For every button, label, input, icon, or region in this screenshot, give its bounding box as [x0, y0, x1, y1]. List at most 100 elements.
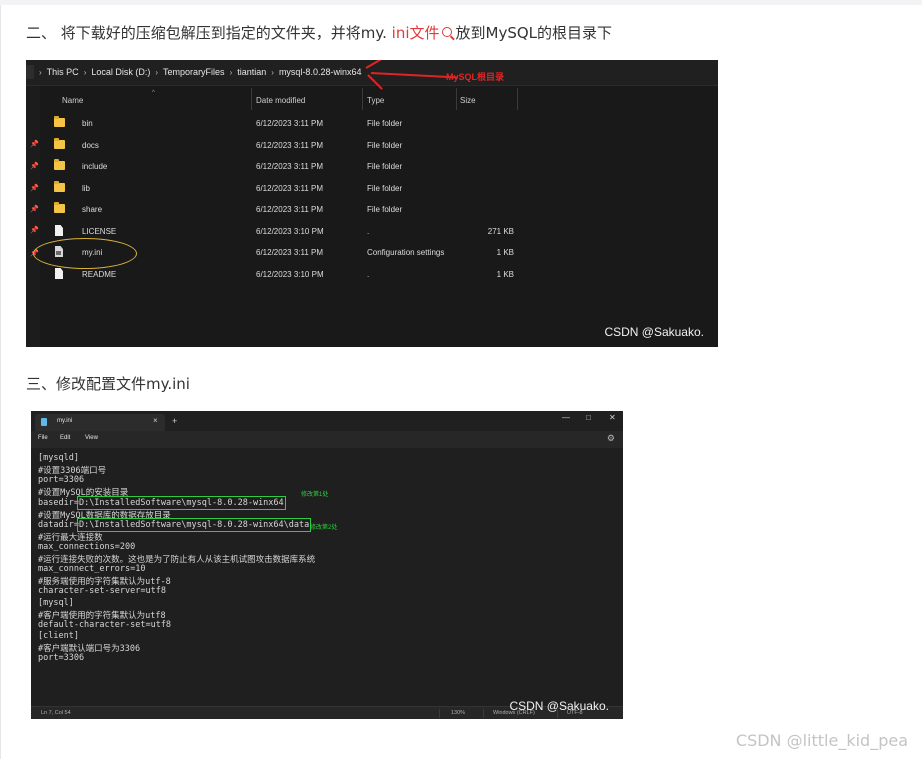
file-row-docs[interactable]: docs 6/12/2023 3:11 PM File folder [40, 135, 718, 156]
file-row-include[interactable]: include 6/12/2023 3:11 PM File folder [40, 156, 718, 177]
text-editor[interactable]: [mysqld] #设置3306端口号 port=3306 #设置MySQL的安… [31, 448, 623, 706]
navigation-pane[interactable]: 📌 📌 📌 📌 📌 📌 [26, 86, 40, 347]
pin-icon: 📌 [30, 163, 39, 170]
breadcrumb-tiantian[interactable]: tiantian [237, 67, 266, 77]
file-date: 6/12/2023 3:10 PM [256, 227, 324, 236]
status-divider [439, 709, 440, 718]
file-type: . [367, 270, 370, 279]
file-row-license[interactable]: LICENSE 6/12/2023 3:10 PM . 271 KB [40, 221, 718, 242]
file-name: LICENSE [82, 227, 117, 236]
search-icon[interactable] [441, 27, 452, 37]
file-icon [55, 225, 63, 236]
file-name: README [82, 270, 117, 279]
breadcrumb: › This PC › Local Disk (D:) › TemporaryF… [34, 67, 361, 77]
breadcrumb-temporaryfiles[interactable]: TemporaryFiles [163, 67, 225, 77]
ini-file-link[interactable]: ini文件 [392, 24, 440, 42]
file-size: 1 KB [496, 248, 514, 257]
breadcrumb-this-pc[interactable]: This PC [47, 67, 79, 77]
chevron-right-icon: › [155, 67, 159, 77]
code-line: #设置MySQL的安装目录 [38, 488, 129, 498]
cursor-position: Ln 7, Col 54 [41, 710, 71, 716]
code-line: port=3306 [38, 653, 85, 663]
code-line: [client] [38, 631, 79, 641]
title-bar: my.ini × + — □ ✕ [31, 411, 623, 431]
gear-icon[interactable]: ⚙ [607, 433, 615, 444]
file-name: bin [82, 119, 93, 128]
file-row-readme[interactable]: README 6/12/2023 3:10 PM . 1 KB [40, 264, 718, 285]
page-watermark: CSDN @little_kid_pea [735, 731, 908, 750]
pin-icon: 📌 [30, 185, 39, 192]
column-header-date[interactable]: Date modified [256, 96, 305, 105]
explorer-screenshot: › This PC › Local Disk (D:) › TemporaryF… [26, 60, 718, 347]
breadcrumb-local-disk[interactable]: Local Disk (D:) [91, 67, 150, 77]
code-line-basedir: basedir=D:\InstalledSoftware\mysql-8.0.2… [38, 496, 286, 510]
notepad-screenshot: my.ini × + — □ ✕ File Edit View ⚙ [mysql… [31, 411, 623, 719]
file-row-bin[interactable]: bin 6/12/2023 3:11 PM File folder [40, 113, 718, 134]
edit-note-1: 修改第1处 [301, 492, 329, 498]
column-divider[interactable] [517, 88, 518, 110]
datadir-value: D:\InstalledSoftware\mysql-8.0.28-winx64… [76, 518, 312, 532]
zoom-level[interactable]: 130% [451, 710, 465, 716]
column-divider[interactable] [362, 88, 363, 110]
folder-icon [54, 116, 65, 127]
file-name: lib [82, 184, 91, 193]
step2-heading: 二、 将下载好的压缩包解压到指定的文件夹，并将my. ini文件 放到MySQL的… [26, 22, 612, 43]
add-tab-button[interactable]: + [172, 416, 177, 426]
basedir-key: basedir= [38, 498, 79, 508]
column-divider[interactable] [251, 88, 252, 110]
step2-text: 二、 将下载好的压缩包解压到指定的文件夹，并将my. [26, 24, 392, 42]
file-date: 6/12/2023 3:11 PM [256, 162, 324, 171]
column-header-size[interactable]: Size [460, 96, 476, 105]
highlight-ellipse [33, 238, 137, 269]
menu-edit[interactable]: Edit [60, 435, 70, 441]
chevron-right-icon: › [39, 67, 42, 77]
chevron-right-icon: › [83, 67, 87, 77]
annotation-arrow-head [367, 74, 383, 90]
step3-heading: 三、修改配置文件my.ini [26, 375, 190, 393]
edit-note-2: 修改第2处 [310, 525, 338, 531]
left-divider [0, 5, 1, 759]
image-watermark: CSDN @Sakuako. [604, 325, 704, 339]
column-divider[interactable] [456, 88, 457, 110]
column-header-type[interactable]: Type [367, 96, 384, 105]
file-date: 6/12/2023 3:11 PM [256, 141, 324, 150]
pin-icon: 📌 [30, 227, 39, 234]
file-type: File folder [367, 162, 403, 171]
file-row-my-ini[interactable]: my.ini 6/12/2023 3:11 PM Configuration s… [40, 242, 718, 263]
file-date: 6/12/2023 3:11 PM [256, 119, 324, 128]
tab-my-ini[interactable]: my.ini × [35, 414, 165, 431]
menu-file[interactable]: File [38, 435, 48, 441]
file-name: include [82, 162, 108, 171]
file-row-lib[interactable]: lib 6/12/2023 3:11 PM File folder [40, 178, 718, 199]
code-line: max_connect_errors=10 [38, 564, 146, 574]
image-watermark: CSDN @Sakuako. [509, 699, 609, 713]
folder-icon [54, 181, 65, 192]
breadcrumb-mysql-folder[interactable]: mysql-8.0.28-winx64 [279, 67, 362, 77]
address-bar-edge [26, 65, 34, 79]
file-type: File folder [367, 184, 403, 193]
file-row-share[interactable]: share 6/12/2023 3:11 PM File folder [40, 199, 718, 220]
pin-icon: 📌 [30, 206, 39, 213]
folder-icon [54, 159, 65, 170]
menu-view[interactable]: View [85, 435, 98, 441]
close-window-button[interactable]: ✕ [609, 413, 616, 422]
folder-icon [54, 202, 65, 213]
address-bar[interactable]: › This PC › Local Disk (D:) › TemporaryF… [26, 60, 718, 90]
code-line: port=3306 [38, 475, 85, 485]
close-icon[interactable]: × [153, 416, 158, 425]
mysql-root-annotation: MySQL根目录 [446, 72, 505, 82]
minimize-button[interactable]: — [562, 413, 570, 422]
code-line: [mysqld] [38, 453, 79, 463]
maximize-button[interactable]: □ [586, 413, 591, 422]
file-icon [55, 268, 63, 279]
status-divider [483, 709, 484, 718]
file-type: File folder [367, 141, 403, 150]
code-line: [mysql] [38, 598, 74, 608]
column-header-name[interactable]: Name [62, 96, 83, 105]
file-type: File folder [367, 119, 403, 128]
file-type: Configuration settings [367, 248, 445, 257]
code-line-datadir: datadir=D:\InstalledSoftware\mysql-8.0.2… [38, 518, 312, 532]
code-line: default-character-set=utf8 [38, 620, 172, 630]
chevron-right-icon: › [271, 67, 274, 77]
file-name: share [82, 205, 103, 214]
